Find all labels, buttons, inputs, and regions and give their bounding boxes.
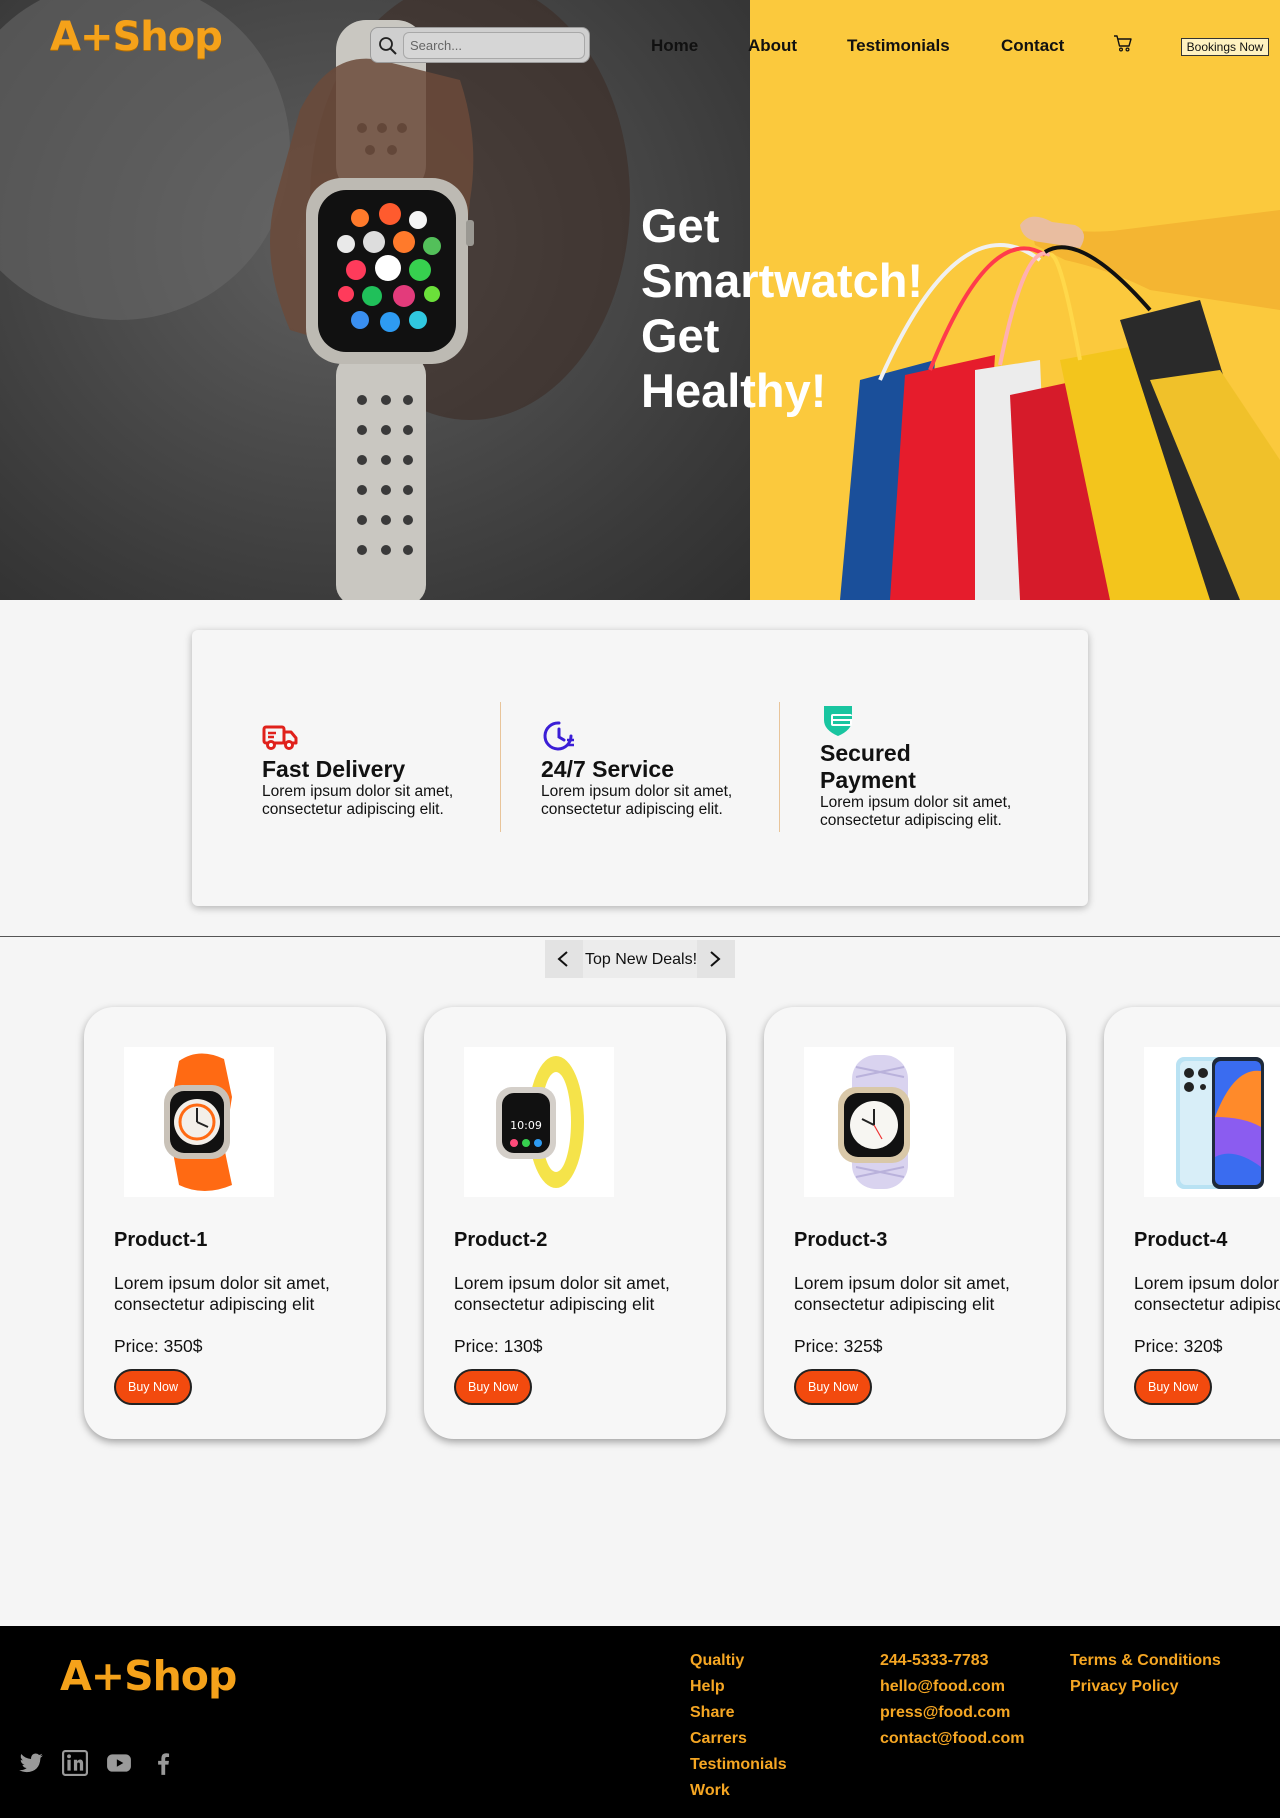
product-price: Price: 325$ [794, 1336, 883, 1356]
site-footer: A+Shop Qualtiy Help Share Carrers Testim… [0, 1626, 1280, 1818]
product-description-line: Lorem ipsum dolor sit amet, [114, 1273, 330, 1293]
product-card: Product-3 Lorem ipsum dolor sit amet, con… [764, 1007, 1066, 1439]
product-image [804, 1047, 954, 1197]
brand-logo[interactable]: A+Shop [50, 14, 223, 60]
shield-card-icon [824, 706, 852, 736]
product-card: 10:09 Product-2 Lorem ipsum dolor sit am… [424, 1007, 726, 1439]
feature-title-line: Payment [820, 767, 916, 793]
hero-title: Get Smartwatch! Get Healthy! [641, 198, 961, 418]
footer-logo[interactable]: A+Shop [60, 1652, 237, 1700]
footer-phone[interactable]: 244-5333-7783 [880, 1648, 1025, 1674]
product-description-line: Lorem ipsum dolor sit amet, [1134, 1273, 1280, 1293]
product-name: Product-4 [1134, 1229, 1228, 1251]
product-description-line: Lorem ipsum dolor sit amet, [794, 1273, 1010, 1293]
deals-carousel-header: Top New Deals! [545, 940, 735, 978]
product-card: Product-1 Lorem ipsum dolor sit amet, con… [84, 1007, 386, 1439]
hero-line: Healthy! [641, 364, 827, 417]
footer-link-share[interactable]: Share [690, 1700, 787, 1726]
feature-title: 24/7 Service [541, 756, 675, 782]
product-description-line: consectetur adipiscing elit [114, 1294, 315, 1314]
feature-title-line: Secured [820, 740, 911, 766]
footer-link-work[interactable]: Work [690, 1778, 787, 1804]
cart-icon[interactable] [1113, 33, 1133, 53]
linkedin-icon[interactable] [62, 1750, 88, 1776]
nav-testimonials[interactable]: Testimonials [847, 36, 950, 56]
product-name: Product-3 [794, 1229, 888, 1251]
product-description-line: consectetur adipiscing elit [1134, 1294, 1280, 1314]
chevron-left-icon [557, 951, 568, 967]
product-name: Product-2 [454, 1229, 548, 1251]
footer-links-column: Qualtiy Help Share Carrers Testimonials … [690, 1648, 787, 1804]
nav-about[interactable]: About [748, 36, 797, 56]
footer-link-testimonials[interactable]: Testimonials [690, 1752, 787, 1778]
product-image [124, 1047, 274, 1197]
search-bar [370, 27, 590, 63]
product-carousel: Product-1 Lorem ipsum dolor sit amet, con… [0, 995, 1280, 1455]
hero-illustration [0, 0, 1280, 600]
product-description-line: Lorem ipsum dolor sit amet, [454, 1273, 670, 1293]
hero-line: Get [641, 199, 720, 252]
buy-now-button[interactable]: Buy Now [1134, 1369, 1212, 1405]
feature-title: Secured Payment [820, 740, 1060, 794]
hero-banner: A+Shop Home About Testimonials Contact B… [0, 0, 1280, 600]
chevron-right-icon [710, 951, 721, 967]
youtube-icon[interactable] [106, 1750, 132, 1776]
product-description: Lorem ipsum dolor sit amet,consectetur a… [454, 1273, 714, 1315]
footer-link-quality[interactable]: Qualtiy [690, 1648, 787, 1674]
product-price: Price: 320$ [1134, 1336, 1223, 1356]
feature-24-7-service: 24/7 Service Lorem ipsum dolor sit amet,… [541, 718, 781, 819]
clock-icon [543, 721, 574, 751]
footer-link-terms[interactable]: Terms & Conditions [1070, 1648, 1221, 1674]
product-image [1144, 1047, 1280, 1197]
product-image: 10:09 [464, 1047, 614, 1197]
feature-text: Lorem ipsum dolor sit amet, consectetur … [820, 794, 1012, 829]
feature-title: Fast Delivery [262, 756, 406, 782]
features-panel: Fast Delivery Lorem ipsum dolor sit amet… [192, 630, 1088, 906]
footer-email-press[interactable]: press@food.com [880, 1700, 1025, 1726]
truck-icon [262, 725, 298, 750]
footer-link-help[interactable]: Help [690, 1674, 787, 1700]
feature-secured-payment: Secured Payment Lorem ipsum dolor sit ame… [820, 702, 1060, 830]
footer-contact-column: 244-5333-7783 hello@food.com press@food.… [880, 1648, 1025, 1752]
facebook-icon[interactable] [150, 1750, 176, 1776]
footer-link-careers[interactable]: Carrers [690, 1726, 787, 1752]
product-description: Lorem ipsum dolor sit amet,consectetur a… [1134, 1273, 1280, 1315]
feature-fast-delivery: Fast Delivery Lorem ipsum dolor sit amet… [262, 718, 502, 819]
svg-text:10:09: 10:09 [510, 1119, 542, 1132]
carousel-next-button[interactable] [697, 940, 735, 978]
product-description-line: consectetur adipiscing elit [794, 1294, 995, 1314]
twitter-icon[interactable] [18, 1750, 44, 1776]
product-price: Price: 350$ [114, 1336, 203, 1356]
footer-legal-column: Terms & Conditions Privacy Policy [1070, 1648, 1221, 1700]
feature-text: Lorem ipsum dolor sit amet, consectetur … [541, 783, 733, 818]
product-description-line: consectetur adipiscing elit [454, 1294, 655, 1314]
footer-email-hello[interactable]: hello@food.com [880, 1674, 1025, 1700]
search-icon[interactable] [378, 36, 398, 56]
nav-home[interactable]: Home [651, 36, 698, 56]
product-price: Price: 130$ [454, 1336, 543, 1356]
bookings-now-button[interactable]: Bookings Now [1181, 38, 1269, 56]
search-input[interactable] [403, 32, 585, 59]
hero-line: Smartwatch! [641, 254, 924, 307]
feature-text: Lorem ipsum dolor sit amet, consectetur … [262, 783, 454, 818]
nav-contact[interactable]: Contact [1001, 36, 1064, 56]
feature-divider [779, 702, 780, 832]
product-description: Lorem ipsum dolor sit amet,consectetur a… [114, 1273, 374, 1315]
section-divider [0, 936, 1280, 937]
footer-email-contact[interactable]: contact@food.com [880, 1726, 1025, 1752]
carousel-prev-button[interactable] [545, 940, 583, 978]
product-name: Product-1 [114, 1229, 208, 1251]
feature-divider [500, 702, 501, 832]
product-description: Lorem ipsum dolor sit amet,consectetur a… [794, 1273, 1054, 1315]
hero-line: Get [641, 309, 720, 362]
buy-now-button[interactable]: Buy Now [794, 1369, 872, 1405]
product-card: Product-4 Lorem ipsum dolor sit amet,con… [1104, 1007, 1280, 1439]
buy-now-button[interactable]: Buy Now [114, 1369, 192, 1405]
buy-now-button[interactable]: Buy Now [454, 1369, 532, 1405]
footer-link-privacy[interactable]: Privacy Policy [1070, 1674, 1221, 1700]
deals-title: Top New Deals! [585, 951, 698, 968]
